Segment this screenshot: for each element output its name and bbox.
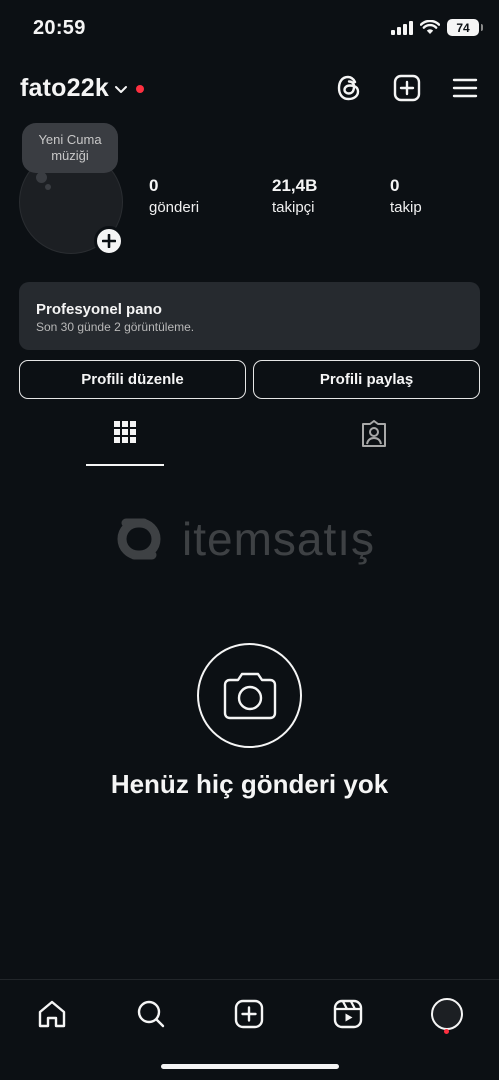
dashboard-subtitle: Son 30 günde 2 görüntüleme. [36, 320, 195, 334]
account-switcher[interactable]: fato22k [20, 74, 144, 103]
active-tab-indicator [86, 464, 164, 466]
chevron-down-icon [114, 85, 127, 93]
share-profile-button[interactable]: Profili paylaş [253, 360, 480, 399]
signal-icon [391, 20, 413, 35]
tab-tagged[interactable] [335, 420, 413, 468]
tab-posts-grid[interactable] [86, 420, 164, 468]
create-icon [234, 999, 264, 1029]
create-post-icon[interactable] [393, 74, 421, 102]
nav-reels[interactable] [328, 994, 368, 1034]
nav-home[interactable] [32, 994, 72, 1034]
notification-dot [135, 84, 144, 93]
nav-create[interactable] [229, 994, 269, 1034]
status-time: 20:59 [33, 17, 86, 39]
nav-profile[interactable] [427, 994, 467, 1034]
profile-notification-dot [444, 1029, 449, 1034]
following-label: takip [390, 199, 422, 216]
note-bubble-tail [36, 172, 47, 183]
nav-search[interactable] [131, 994, 171, 1034]
followers-count: 21,4B [272, 176, 318, 195]
grid-icon [114, 421, 136, 443]
reels-icon [333, 999, 363, 1029]
dashboard-title: Profesyonel pano [36, 301, 162, 318]
menu-icon[interactable] [451, 74, 479, 102]
followers-label: takipçi [272, 199, 315, 216]
edit-profile-button[interactable]: Profili düzenle [19, 360, 246, 399]
professional-dashboard[interactable]: Profesyonel pano Son 30 günde 2 görüntül… [19, 282, 480, 350]
threads-icon[interactable] [335, 74, 363, 102]
note-bubble-tail-small [45, 184, 51, 190]
watermark-logo-icon [117, 518, 161, 560]
watermark-text: itemsatış [182, 513, 376, 565]
battery-indicator: 74 [447, 19, 483, 36]
home-indicator [161, 1064, 339, 1069]
add-story-button[interactable] [94, 226, 124, 256]
plus-icon [102, 234, 116, 248]
stat-followers[interactable]: 21,4B takipçi [272, 176, 317, 216]
note-bubble[interactable]: Yeni Cuma müziği [22, 123, 118, 173]
posts-count: 0 [149, 176, 159, 195]
empty-state-message: Henüz hiç gönderi yok [110, 769, 389, 799]
camera-icon [223, 672, 276, 719]
profile-avatar-small [431, 998, 463, 1030]
posts-label: gönderi [149, 199, 200, 216]
following-count: 0 [390, 176, 400, 195]
profile-header: fato22k [0, 64, 499, 114]
tagged-person-icon [362, 420, 386, 447]
home-icon [38, 1000, 66, 1028]
profile-screen: 20:59 74 fato22k Yeni Cuma müziği 0 gönd… [0, 0, 499, 1080]
stat-posts[interactable]: 0 gönderi [149, 176, 199, 216]
wifi-icon [420, 20, 440, 34]
status-bar: 20:59 74 [0, 0, 499, 56]
camera-circle [197, 643, 302, 748]
search-icon [137, 1000, 165, 1028]
watermark: itemsatış [104, 512, 375, 566]
stat-following[interactable]: 0 takip [390, 176, 422, 216]
status-icons: 74 [391, 19, 483, 36]
username: fato22k [20, 74, 109, 102]
header-actions [335, 74, 479, 102]
